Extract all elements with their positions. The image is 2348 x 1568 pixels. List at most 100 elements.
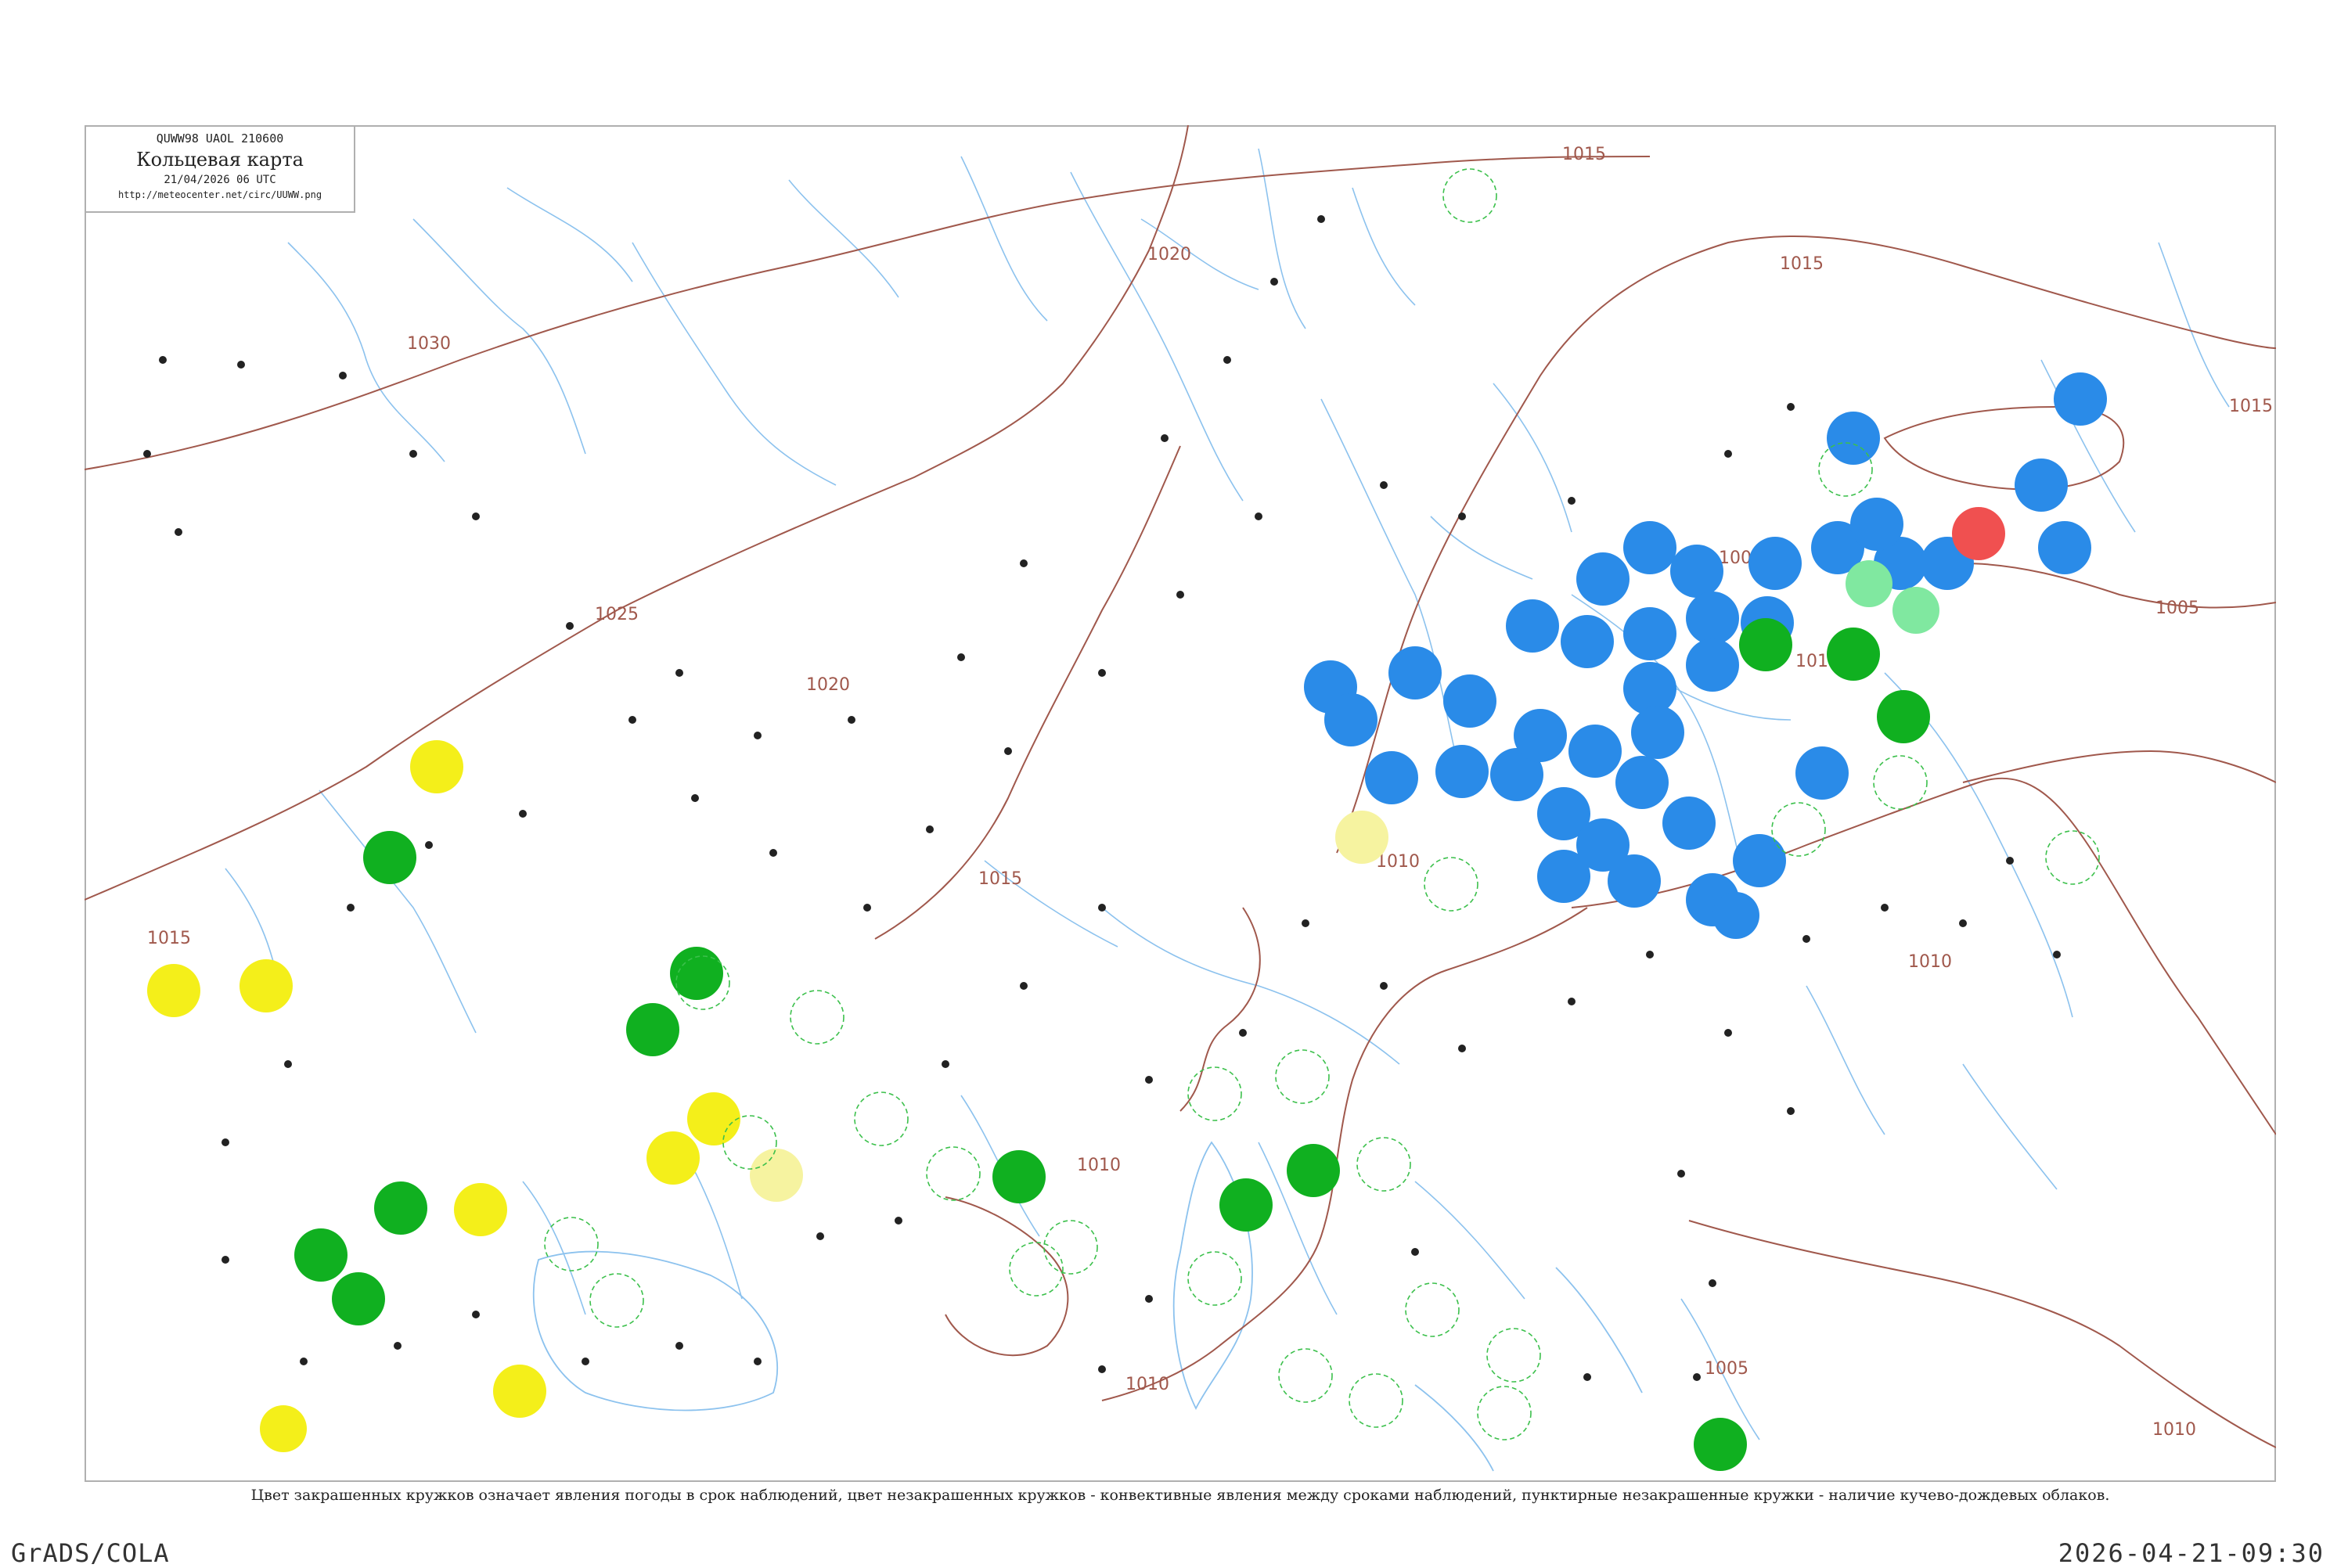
map-url: http://meteocenter.net/circ/UUWW.png bbox=[117, 189, 322, 200]
isobar-label: 1025 bbox=[595, 605, 639, 624]
isobar-label: 1010 bbox=[1125, 1375, 1169, 1394]
station-circle-blue bbox=[1662, 797, 1716, 850]
station-circle-yellow bbox=[493, 1365, 546, 1418]
station-circle-blue bbox=[1537, 850, 1590, 903]
cb-circle bbox=[1424, 857, 1478, 912]
station-circle-blue bbox=[1670, 545, 1723, 598]
cb-circle bbox=[854, 1091, 909, 1146]
map-title: Кольцевая карта bbox=[136, 149, 304, 171]
cb-circle bbox=[1275, 1049, 1330, 1104]
station-circle-blue bbox=[1506, 599, 1559, 653]
station-circle-green bbox=[1219, 1178, 1273, 1232]
station-circle-green bbox=[1877, 690, 1930, 743]
cb-circle bbox=[1278, 1348, 1333, 1403]
station-circle-blue bbox=[1631, 706, 1684, 759]
isobar-label: 1015 bbox=[978, 869, 1022, 889]
isobar-labels: 1030 1025 1020 1020 1015 1015 1015 1015 … bbox=[147, 145, 2273, 1440]
station-circle-blue bbox=[1365, 751, 1418, 804]
station-circle-blue bbox=[1712, 892, 1759, 939]
isobar-label: 1030 bbox=[407, 334, 451, 354]
map-header: QUWW98 UAOL 210600 Кольцевая карта 21/04… bbox=[85, 125, 355, 213]
cb-circle bbox=[1187, 1251, 1242, 1306]
cb-circle bbox=[2045, 830, 2100, 885]
map-caption: Цвет закрашенных кружков означает явлени… bbox=[250, 1487, 2110, 1504]
cb-circle bbox=[1356, 1137, 1411, 1192]
isobar-label: 1015 bbox=[1562, 145, 1606, 164]
station-circle-blue bbox=[2015, 459, 2068, 512]
station-circle-yellow bbox=[454, 1183, 507, 1236]
isobar-label: 1010 bbox=[1077, 1156, 1121, 1175]
station-circle-blue bbox=[1568, 725, 1622, 778]
station-circle-green bbox=[1287, 1144, 1340, 1197]
weather-circles bbox=[147, 372, 2107, 1471]
isobar-label: 1015 bbox=[2229, 397, 2273, 416]
station-circle-blue bbox=[1686, 592, 1739, 645]
station-circle-blue bbox=[1733, 834, 1786, 887]
station-circle-green bbox=[626, 1003, 679, 1056]
station-circle-red bbox=[1952, 507, 2005, 560]
station-circle-green bbox=[992, 1150, 1046, 1203]
station-circle-green bbox=[294, 1228, 348, 1282]
station-circle-blue bbox=[1748, 537, 1802, 590]
station-circle-green bbox=[1739, 618, 1792, 671]
cb-circle bbox=[1486, 1328, 1541, 1383]
station-circle-yellow bbox=[239, 959, 293, 1012]
bulletin-code: QUWW98 UAOL 210600 bbox=[156, 131, 284, 146]
cb-circle bbox=[1349, 1373, 1403, 1428]
station-circle-blue bbox=[1827, 412, 1880, 465]
isobar-label: 1005 bbox=[1705, 1359, 1748, 1379]
station-circle-blue bbox=[1388, 646, 1442, 699]
station-circle-blue bbox=[2054, 372, 2107, 426]
footer-software: GrADS/COLA bbox=[11, 1538, 170, 1568]
station-circle-pale-yellow bbox=[750, 1149, 803, 1202]
station-circle-green bbox=[363, 831, 416, 884]
station-circle-yellow bbox=[646, 1131, 700, 1185]
cb-circle bbox=[790, 990, 844, 1045]
station-circle-yellow bbox=[147, 964, 200, 1017]
cb-circles bbox=[544, 168, 2100, 1440]
station-circle-blue bbox=[1576, 552, 1630, 606]
station-circle-blue bbox=[1686, 638, 1739, 692]
isobar-label: 1005 bbox=[2155, 599, 2199, 618]
station-circle-blue bbox=[1443, 674, 1496, 728]
cb-circle bbox=[544, 1217, 599, 1271]
station-circle-pale-yellow bbox=[1335, 811, 1388, 864]
station-circle-blue bbox=[1608, 854, 1661, 908]
station-circle-blue bbox=[1615, 756, 1669, 809]
station-circle-light-green bbox=[1892, 587, 1939, 634]
station-circle-blue bbox=[1623, 607, 1676, 660]
cb-circle bbox=[1405, 1282, 1460, 1337]
station-circle-blue bbox=[1850, 498, 1903, 551]
cb-circle bbox=[1187, 1066, 1242, 1121]
station-circle-green bbox=[1827, 628, 1880, 681]
station-circle-yellow bbox=[260, 1405, 307, 1452]
isobar-label: 1010 bbox=[1908, 952, 1952, 972]
station-circle-light-green bbox=[1846, 560, 1892, 607]
isobar-label: 1020 bbox=[806, 675, 850, 695]
station-circle-blue bbox=[1795, 746, 1849, 800]
footer-timestamp: 2026-04-21-09:30 bbox=[2058, 1538, 2325, 1568]
station-circle-blue bbox=[1514, 709, 1567, 762]
cb-circle bbox=[1477, 1386, 1532, 1440]
isobar-label: 1010 bbox=[1376, 852, 1420, 872]
cb-circle bbox=[926, 1146, 981, 1201]
station-circle-blue bbox=[1435, 745, 1489, 798]
station-circle-green bbox=[332, 1272, 385, 1325]
rivers bbox=[225, 148, 2230, 1440]
station-circle-blue bbox=[1623, 521, 1676, 574]
station-circle-blue bbox=[1324, 693, 1377, 746]
station-circle-yellow bbox=[687, 1092, 740, 1145]
isobar-label: 1015 bbox=[147, 929, 191, 948]
map-datetime: 21/04/2026 06 UTC bbox=[164, 174, 276, 186]
station-circle-green bbox=[1694, 1418, 1747, 1471]
synoptic-map: 1030 1025 1020 1020 1015 1015 1015 1015 … bbox=[85, 125, 2276, 1472]
station-circle-green bbox=[374, 1181, 427, 1235]
isobar-label: 1010 bbox=[2152, 1420, 2196, 1440]
station-circle-yellow bbox=[410, 740, 463, 793]
station-dots bbox=[143, 215, 2061, 1381]
sea-outlines bbox=[532, 1141, 1643, 1472]
station-circle-blue bbox=[2038, 521, 2091, 574]
cb-circle bbox=[1442, 168, 1497, 223]
isobar-label: 1020 bbox=[1147, 245, 1191, 264]
cb-circle bbox=[1873, 755, 1928, 810]
